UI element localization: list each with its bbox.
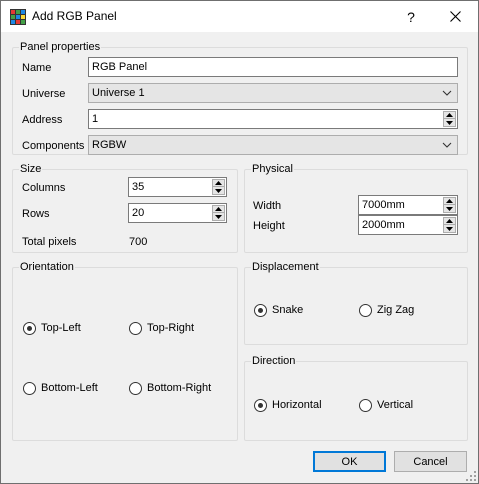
radio-top-left-label: Top-Left <box>41 322 81 334</box>
columns-spin-buttons <box>212 179 225 195</box>
arrow-down-icon <box>446 226 453 231</box>
arrow-down-icon <box>446 120 453 125</box>
width-label: Width <box>253 200 282 212</box>
universe-label: Universe <box>22 88 66 100</box>
add-rgb-panel-dialog: Add RGB Panel ? Panel properties Name RG… <box>0 0 479 484</box>
arrow-up-icon <box>446 219 453 223</box>
radio-vertical[interactable]: Vertical <box>359 398 413 412</box>
arrow-up-icon <box>215 207 222 211</box>
columns-label: Columns <box>22 182 66 194</box>
arrow-down-icon <box>446 206 453 211</box>
width-up-button[interactable] <box>444 198 455 205</box>
height-spinbox[interactable]: 2000mm <box>358 215 458 235</box>
height-up-button[interactable] <box>444 218 455 225</box>
radio-button-icon <box>254 398 267 412</box>
panel-properties-title: Panel properties <box>19 40 102 54</box>
height-value: 2000mm <box>362 219 405 231</box>
universe-value: Universe 1 <box>92 87 145 99</box>
width-spinbox[interactable]: 7000mm <box>358 195 458 215</box>
close-button[interactable] <box>433 1 478 32</box>
radio-button-icon <box>129 381 142 395</box>
rows-value: 20 <box>132 207 145 219</box>
components-value: RGBW <box>92 139 127 151</box>
total-pixels-value: 700 <box>129 236 148 248</box>
name-label: Name <box>22 62 52 74</box>
components-select[interactable]: RGBW <box>88 135 458 155</box>
rgb-panel-icon <box>10 9 26 25</box>
radio-horizontal-label: Horizontal <box>272 399 322 411</box>
name-field[interactable]: RGB Panel <box>88 57 458 77</box>
displacement-title: Displacement <box>251 260 320 274</box>
radio-vertical-label: Vertical <box>377 399 414 411</box>
radio-top-right[interactable]: Top-Right <box>129 321 194 335</box>
radio-bottom-right[interactable]: Bottom-Right <box>129 381 211 395</box>
address-value: 1 <box>92 113 99 125</box>
close-icon <box>450 11 461 22</box>
width-down-button[interactable] <box>444 205 455 212</box>
rows-down-button[interactable] <box>213 213 224 220</box>
window-title: Add RGB Panel <box>32 9 117 23</box>
columns-value: 35 <box>132 181 145 193</box>
address-spinbox[interactable]: 1 <box>88 109 458 129</box>
arrow-down-icon <box>215 214 222 219</box>
radio-snake[interactable]: Snake <box>254 303 303 317</box>
universe-select[interactable]: Universe 1 <box>88 83 458 103</box>
radio-zig-zag[interactable]: Zig Zag <box>359 303 414 317</box>
address-spin-buttons <box>443 111 456 127</box>
radio-top-right-label: Top-Right <box>147 322 195 334</box>
cancel-button[interactable]: Cancel <box>394 451 467 472</box>
radio-button-icon <box>23 321 36 335</box>
width-value: 7000mm <box>362 199 405 211</box>
orientation-group: Orientation <box>12 260 238 441</box>
radio-bottom-right-label: Bottom-Right <box>147 382 212 394</box>
radio-snake-label: Snake <box>272 304 304 316</box>
address-up-button[interactable] <box>444 112 455 119</box>
columns-down-button[interactable] <box>213 187 224 194</box>
rows-label: Rows <box>22 208 50 220</box>
help-button[interactable]: ? <box>389 1 433 32</box>
radio-top-left[interactable]: Top-Left <box>23 321 81 335</box>
radio-button-icon <box>359 398 372 412</box>
chevron-down-icon <box>442 90 452 96</box>
size-title: Size <box>19 162 43 176</box>
radio-button-icon <box>23 381 36 395</box>
rows-spin-buttons <box>212 205 225 221</box>
resize-grip-icon[interactable] <box>466 471 476 481</box>
chevron-down-icon <box>442 142 452 148</box>
width-spin-buttons <box>443 197 456 213</box>
components-label: Components <box>22 140 85 152</box>
radio-button-icon <box>254 303 267 317</box>
ok-button[interactable]: OK <box>313 451 386 472</box>
height-label: Height <box>253 220 285 232</box>
radio-zig-zag-label: Zig Zag <box>377 304 415 316</box>
arrow-up-icon <box>446 113 453 117</box>
direction-title: Direction <box>251 354 297 368</box>
physical-title: Physical <box>251 162 294 176</box>
radio-button-icon <box>359 303 372 317</box>
radio-button-icon <box>129 321 142 335</box>
rows-spinbox[interactable]: 20 <box>128 203 227 223</box>
rows-up-button[interactable] <box>213 206 224 213</box>
height-spin-buttons <box>443 217 456 233</box>
address-down-button[interactable] <box>444 119 455 126</box>
address-label: Address <box>22 114 63 126</box>
radio-horizontal[interactable]: Horizontal <box>254 398 322 412</box>
columns-up-button[interactable] <box>213 180 224 187</box>
radio-bottom-left-label: Bottom-Left <box>41 382 98 394</box>
title-bar: Add RGB Panel ? <box>1 1 478 32</box>
arrow-down-icon <box>215 188 222 193</box>
radio-bottom-left[interactable]: Bottom-Left <box>23 381 98 395</box>
arrow-up-icon <box>215 181 222 185</box>
total-pixels-label: Total pixels <box>22 236 77 248</box>
height-down-button[interactable] <box>444 225 455 232</box>
orientation-title: Orientation <box>19 260 75 274</box>
columns-spinbox[interactable]: 35 <box>128 177 227 197</box>
arrow-up-icon <box>446 199 453 203</box>
